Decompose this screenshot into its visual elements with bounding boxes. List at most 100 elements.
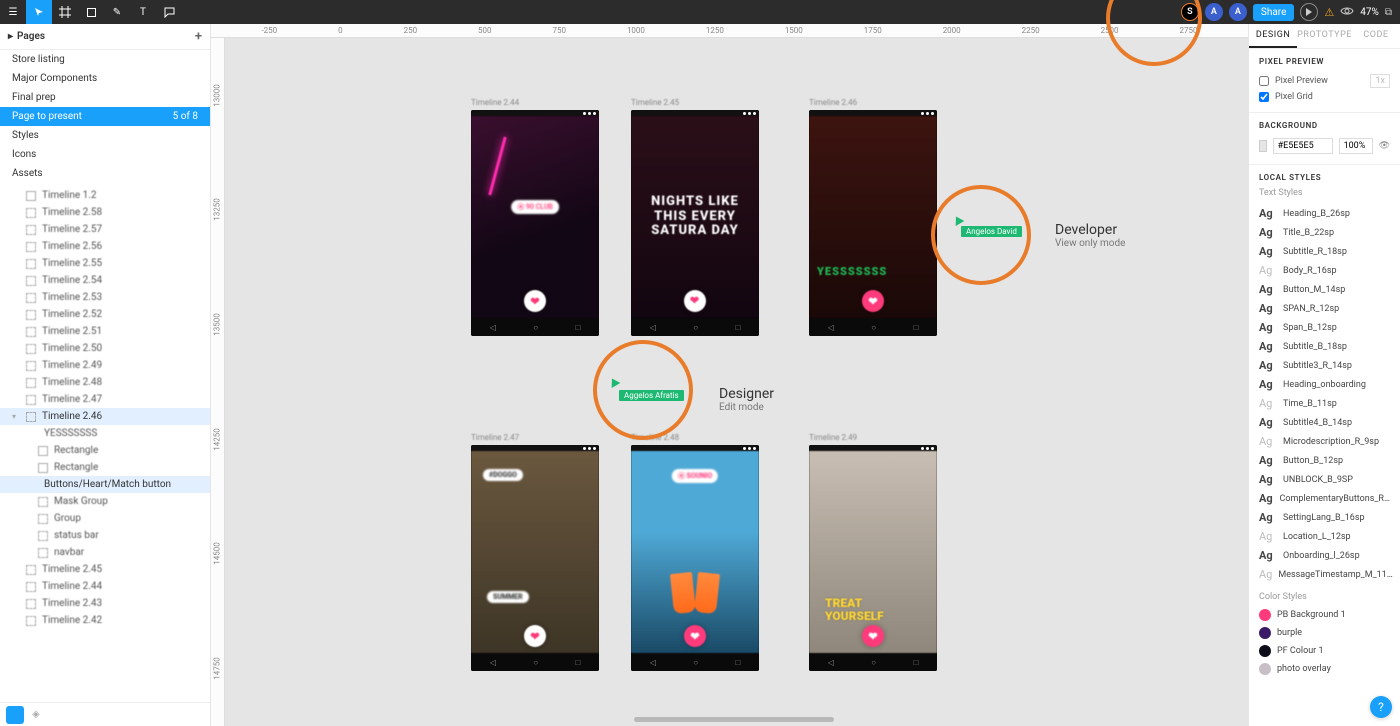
text-style-item[interactable]: AgButton_B_12sp	[1259, 451, 1390, 470]
layer-item[interactable]: Timeline 2.51	[0, 323, 210, 340]
layer-item[interactable]: Timeline 2.57	[0, 221, 210, 238]
color-style-item[interactable]: PF Colour 1	[1259, 642, 1390, 660]
layer-item[interactable]: Timeline 1.2	[0, 187, 210, 204]
page-item[interactable]: Final prep	[0, 88, 210, 107]
panel-toggle-icon[interactable]: ⧉	[1385, 7, 1392, 18]
layer-item[interactable]: Timeline 2.48	[0, 374, 210, 391]
canvas-scrollbar-horizontal[interactable]	[634, 717, 834, 722]
zoom-level[interactable]: 47%	[1360, 7, 1379, 18]
page-item[interactable]: Icons	[0, 145, 210, 164]
layer-item[interactable]: Timeline 2.43	[0, 595, 210, 612]
artboard[interactable]: Timeline 2.44⦿ 90 CLUB❤◁○□	[471, 98, 599, 336]
layer-item[interactable]: Timeline 2.42	[0, 612, 210, 629]
frame-tool[interactable]	[52, 0, 78, 24]
text-style-item[interactable]: AgHeading_onboarding	[1259, 375, 1390, 394]
text-style-item[interactable]: AgUNBLOCK_B_9SP	[1259, 470, 1390, 489]
layer-item[interactable]: status bar	[0, 527, 210, 544]
pen-tool[interactable]: ✎	[104, 0, 130, 24]
move-tool[interactable]	[26, 0, 52, 24]
annotation-designer-title: Designer	[719, 386, 774, 402]
page-item[interactable]: Store listing	[0, 50, 210, 69]
color-style-item[interactable]: photo overlay	[1259, 660, 1390, 678]
warning-icon[interactable]: ⚠	[1324, 6, 1334, 19]
pixel-preview-checkbox[interactable]	[1259, 76, 1269, 86]
team-library-icon[interactable]: ◈	[32, 709, 40, 720]
avatar-user-a1[interactable]: A	[1205, 3, 1223, 21]
text-style-item[interactable]: AgButton_M_14sp	[1259, 280, 1390, 299]
layer-item[interactable]: Timeline 2.54	[0, 272, 210, 289]
layer-item[interactable]: Rectangle	[0, 442, 210, 459]
present-button[interactable]	[1300, 3, 1318, 21]
layer-item[interactable]: Timeline 2.56	[0, 238, 210, 255]
color-style-item[interactable]: PB Background 1	[1259, 606, 1390, 624]
artboard[interactable]: Timeline 2.47#DOGGOSUMMER❤◁○□	[471, 433, 599, 671]
text-style-item[interactable]: AgSubtitle4_B_14sp	[1259, 413, 1390, 432]
menu-icon[interactable]: ☰	[0, 0, 26, 24]
page-item[interactable]: Styles	[0, 126, 210, 145]
help-button[interactable]: ?	[1370, 696, 1392, 718]
text-style-item[interactable]: AgMessageTimestamp_M_11…	[1259, 565, 1390, 584]
color-style-item[interactable]: burple	[1259, 624, 1390, 642]
text-style-item[interactable]: AgMicrodescription_R_9sp	[1259, 432, 1390, 451]
layer-item[interactable]: navbar	[0, 544, 210, 561]
share-button[interactable]: Share	[1253, 4, 1294, 21]
components-icon[interactable]	[6, 706, 24, 724]
layer-item[interactable]: Timeline 2.52	[0, 306, 210, 323]
view-settings-icon[interactable]	[1340, 6, 1354, 19]
shape-tool[interactable]	[78, 0, 104, 24]
text-tool[interactable]: T	[130, 0, 156, 24]
canvas-area[interactable]: -250025050075010001250150017502000225025…	[211, 24, 1248, 726]
layer-item[interactable]: Timeline 2.49	[0, 357, 210, 374]
layer-item[interactable]: Timeline 2.45	[0, 561, 210, 578]
text-style-item[interactable]: AgLocation_L_12sp	[1259, 527, 1390, 546]
avatar-user-a2[interactable]: A	[1229, 3, 1247, 21]
artboard[interactable]: Timeline 2.48⦿ SOUNIO❤◁○□	[631, 433, 759, 671]
text-style-item[interactable]: AgSubtitle_R_18sp	[1259, 242, 1390, 261]
text-style-item[interactable]: AgSPAN_R_12sp	[1259, 299, 1390, 318]
pixel-scale-select[interactable]: 1x	[1370, 74, 1390, 88]
layer-item[interactable]: Timeline 2.58	[0, 204, 210, 221]
layer-item[interactable]: Timeline 2.53	[0, 289, 210, 306]
tab-code[interactable]: CODE	[1352, 24, 1400, 48]
layer-item[interactable]: Timeline 2.47	[0, 391, 210, 408]
page-item[interactable]: Assets	[0, 164, 210, 183]
artboard[interactable]: Timeline 2.49TREATYOURSELF❤◁○□	[809, 433, 937, 671]
canvas[interactable]: Angelos David Developer View only mode A…	[225, 38, 1248, 726]
tab-design[interactable]: DESIGN	[1249, 24, 1297, 48]
text-style-item[interactable]: AgTime_B_11sp	[1259, 394, 1390, 413]
color-styles-subheading: Color Styles	[1259, 592, 1390, 602]
layer-item[interactable]: Timeline 2.55	[0, 255, 210, 272]
pixel-grid-checkbox[interactable]	[1259, 92, 1269, 102]
background-visibility-icon[interactable]: 👁	[1379, 141, 1390, 151]
layer-item[interactable]: Mask Group	[0, 493, 210, 510]
text-style-item[interactable]: AgSubtitle3_R_14sp	[1259, 356, 1390, 375]
artboard[interactable]: Timeline 2.46YESSSSSSS❤◁○□	[809, 98, 937, 336]
layer-item[interactable]: Rectangle	[0, 459, 210, 476]
layer-item[interactable]: Timeline 2.44	[0, 578, 210, 595]
text-style-item[interactable]: AgSettingLang_B_16sp	[1259, 508, 1390, 527]
text-style-item[interactable]: AgSubtitle_B_18sp	[1259, 337, 1390, 356]
text-style-item[interactable]: AgSpan_B_12sp	[1259, 318, 1390, 337]
text-style-item[interactable]: AgHeading_B_26sp	[1259, 204, 1390, 223]
text-style-item[interactable]: AgTitle_B_22sp	[1259, 223, 1390, 242]
pages-header: ▸ Pages +	[0, 24, 210, 50]
text-style-item[interactable]: AgComplementaryButtons_R…	[1259, 489, 1390, 508]
page-item[interactable]: Page to present5 of 8	[0, 107, 210, 126]
artboard[interactable]: Timeline 2.45NIGHTS LIKE THIS EVERY SATU…	[631, 98, 759, 336]
comment-tool[interactable]	[156, 0, 182, 24]
layer-item[interactable]: ▾Timeline 2.46	[0, 408, 210, 425]
text-style-item[interactable]: AgOnboarding_l_26sp	[1259, 546, 1390, 565]
layer-item[interactable]: Timeline 2.50	[0, 340, 210, 357]
add-page-button[interactable]: +	[195, 29, 202, 44]
layer-item[interactable]: Group	[0, 510, 210, 527]
avatar-user-s[interactable]: S	[1181, 3, 1199, 21]
page-item[interactable]: Major Components	[0, 69, 210, 88]
background-opacity-input[interactable]	[1339, 138, 1373, 154]
background-hex-input[interactable]	[1273, 138, 1333, 154]
text-style-item[interactable]: AgBody_R_16sp	[1259, 261, 1390, 280]
tab-prototype[interactable]: PROTOTYPE	[1297, 24, 1352, 48]
background-swatch[interactable]	[1259, 140, 1267, 152]
layer-item[interactable]: YESSSSSSS	[0, 425, 210, 442]
annotation-designer: Designer Edit mode	[719, 386, 774, 413]
layer-item[interactable]: Buttons/Heart/Match button	[0, 476, 210, 493]
